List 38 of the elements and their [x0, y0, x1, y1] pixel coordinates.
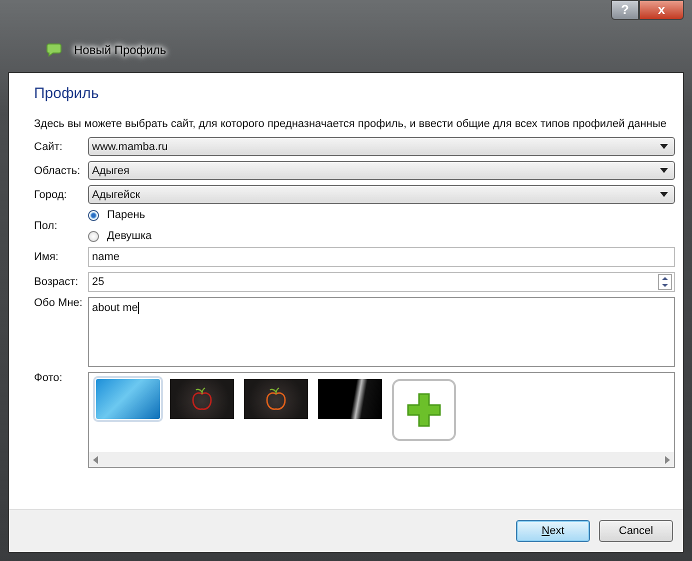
name-input-field[interactable]: name [88, 247, 675, 267]
photo-thumbnail[interactable] [244, 379, 308, 419]
chat-bubble-icon [46, 43, 62, 57]
caret-icon [660, 192, 668, 197]
photo-thumbnail[interactable] [170, 379, 234, 419]
field-label: Фото: [34, 372, 64, 384]
scroll-left-icon[interactable] [93, 456, 99, 464]
field-label: Сайт: [34, 140, 64, 152]
radio-option[interactable]: Девушка [88, 230, 152, 242]
field-label: Возраст: [34, 276, 80, 288]
photo-thumbnail[interactable] [96, 379, 160, 419]
radio-button[interactable] [88, 230, 99, 242]
scroll-right-icon[interactable] [664, 456, 670, 464]
age-spin-field[interactable]: 25 [88, 272, 675, 292]
caret-icon [660, 168, 668, 173]
dropdown[interactable]: Адыгея [88, 161, 675, 180]
add-photo-button[interactable] [392, 379, 456, 441]
horizontal-scrollbar[interactable] [89, 452, 674, 467]
radio-option[interactable]: Парень [88, 209, 152, 221]
field-label: Пол: [34, 220, 58, 232]
cancel-button[interactable]: Cancel [599, 520, 673, 542]
about-text-area[interactable]: about me [88, 297, 675, 367]
dropdown[interactable]: Адыгейск [88, 185, 675, 204]
dropdown[interactable]: www.mamba.ru [88, 137, 675, 156]
window-title: Новый Профиль [74, 43, 166, 57]
radio-button[interactable] [88, 210, 99, 220]
close-button[interactable]: x [639, 0, 684, 20]
photo-thumbnail[interactable] [318, 379, 382, 419]
field-label: Обо Мне: [34, 297, 84, 309]
plus-icon [407, 393, 441, 427]
description-text: Здесь вы можете выбрать сайт, для которого предназначается профиль, и ввести общие для всех типов профилей данные [34, 118, 666, 130]
spin-arrows-icon[interactable] [658, 274, 672, 290]
field-label: Город: [34, 188, 68, 200]
field-label: Область: [34, 164, 82, 176]
page-heading: Профиль [34, 85, 100, 102]
field-label: Имя: [34, 251, 60, 263]
caret-icon [660, 144, 668, 149]
next-button[interactable]: Next [516, 520, 590, 542]
